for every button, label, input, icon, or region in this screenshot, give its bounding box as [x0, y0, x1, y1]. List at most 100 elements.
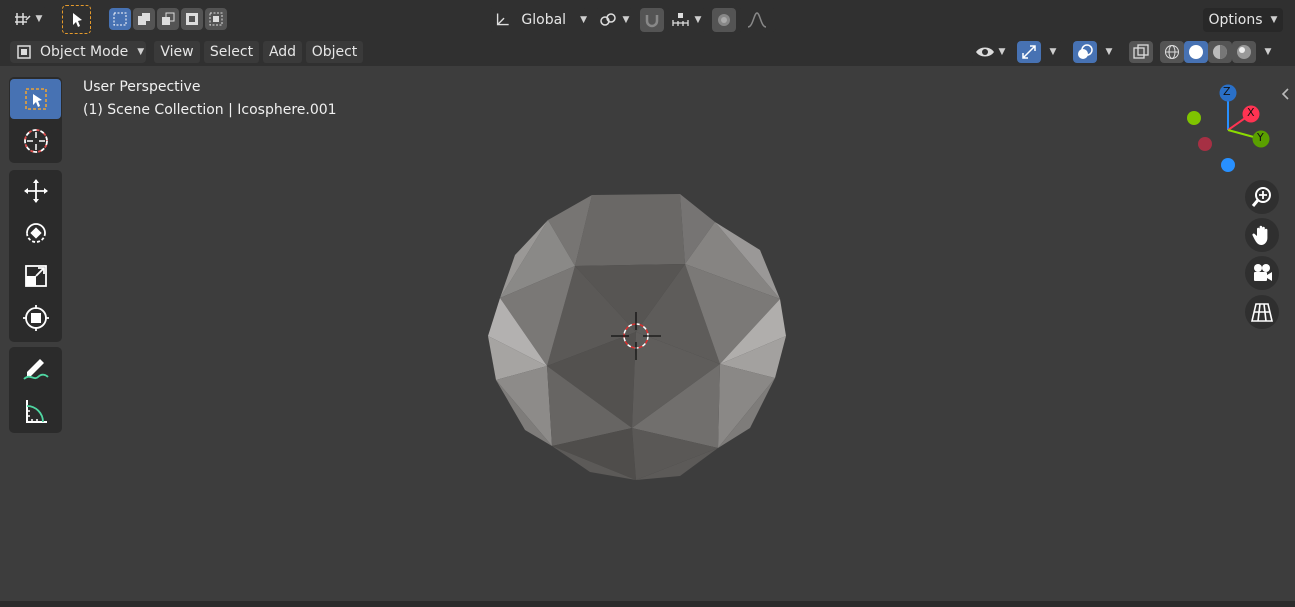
options-dropdown[interactable]: Options ▼ — [1203, 8, 1283, 32]
select-box-tool[interactable] — [10, 79, 61, 119]
camera-icon — [1254, 264, 1272, 281]
chevron-down-icon: ▼ — [622, 15, 630, 25]
eye-icon — [975, 47, 994, 57]
gizmo-toggle[interactable] — [1017, 41, 1041, 63]
transform-orientation-label: Global — [521, 12, 567, 28]
shading-rendered-button[interactable] — [1232, 41, 1256, 63]
transform-tool[interactable] — [10, 298, 61, 338]
scale-icon — [24, 265, 47, 287]
proportional-edit-icon — [718, 14, 730, 26]
move-arrows-icon — [23, 179, 48, 203]
ortho-toggle-button[interactable] — [1245, 295, 1279, 329]
chevron-down-icon: ▼ — [137, 47, 145, 57]
gizmo-neg-z-dot — [1221, 158, 1235, 172]
select-invert-icon — [186, 13, 198, 25]
object-menu[interactable]: Object — [306, 41, 363, 63]
chevron-down-icon: ▼ — [35, 14, 43, 24]
shading-wireframe-button[interactable] — [1160, 41, 1184, 63]
gizmo-z-label: Z — [1223, 85, 1231, 98]
chevron-down-icon: ▼ — [694, 15, 702, 25]
chevron-down-icon: ▼ — [580, 15, 587, 25]
add-menu[interactable]: Add — [263, 41, 302, 63]
overlays-dropdown[interactable]: ▼ — [1099, 41, 1119, 63]
zoom-magnifier-icon — [1251, 187, 1271, 207]
editor-type-icon — [14, 13, 31, 25]
cursor-tool[interactable] — [10, 121, 61, 161]
measure-tool[interactable] — [10, 391, 61, 431]
select-new-icon — [113, 12, 127, 26]
scene-collection-label: (1) Scene Collection | Icosphere.001 — [83, 102, 337, 118]
gizmo-neg-y-dot — [1187, 111, 1201, 125]
gizmo-y-label: Y — [1257, 131, 1264, 144]
chevron-down-icon: ▼ — [1105, 47, 1113, 57]
select-mode-invert-button[interactable] — [181, 8, 203, 30]
chevron-down-icon: ▼ — [1049, 47, 1057, 57]
shading-dropdown[interactable]: ▼ — [1258, 41, 1278, 63]
select-mode-intersect-button[interactable] — [205, 8, 227, 30]
gizmo-x-label: X — [1247, 106, 1255, 119]
falloff-curve-icon — [747, 12, 767, 28]
object-mode-icon — [17, 45, 31, 59]
options-label: Options — [1208, 12, 1263, 28]
gizmo-neg-x-dot — [1198, 137, 1212, 151]
grid-perspective-icon — [1251, 303, 1273, 322]
gizmo-arrows-icon — [1022, 45, 1036, 59]
rendered-sphere-icon — [1237, 45, 1251, 59]
select-mode-new-button[interactable] — [109, 8, 131, 30]
snap-increment-icon — [671, 13, 689, 26]
proportional-falloff-dropdown[interactable] — [738, 8, 776, 32]
xray-toggle[interactable] — [1129, 41, 1153, 63]
annotate-tool[interactable] — [10, 348, 61, 388]
shading-material-button[interactable] — [1208, 41, 1232, 63]
visibility-dropdown[interactable]: ▼ — [970, 41, 1010, 63]
material-sphere-icon — [1213, 45, 1227, 59]
object-mode-label: Object Mode — [40, 44, 129, 60]
object-mode-dropdown[interactable]: Object Mode ▼ — [10, 41, 146, 63]
select-menu[interactable]: Select — [204, 41, 259, 63]
3d-cursor-icon — [23, 129, 48, 153]
pivot-link-icon — [599, 13, 616, 26]
camera-view-button[interactable] — [1245, 256, 1279, 290]
proportional-edit-toggle[interactable] — [712, 8, 736, 32]
view-perspective-label: User Perspective — [83, 79, 201, 95]
select-tool-button[interactable] — [62, 5, 91, 34]
solid-sphere-icon — [1189, 45, 1203, 59]
move-tool[interactable] — [10, 171, 61, 211]
bottom-border — [0, 601, 1295, 607]
zoom-button[interactable] — [1245, 180, 1279, 214]
snap-toggle[interactable] — [640, 8, 664, 32]
transform-icon — [22, 305, 49, 331]
select-intersect-icon — [209, 12, 223, 26]
xray-icon — [1133, 44, 1149, 59]
select-mode-subtract-button[interactable] — [157, 8, 179, 30]
shading-solid-button[interactable] — [1184, 41, 1208, 63]
gizmo-dropdown[interactable]: ▼ — [1043, 41, 1063, 63]
select-extend-icon — [138, 13, 150, 25]
3d-cursor-marker — [611, 312, 661, 360]
pan-button[interactable] — [1245, 218, 1279, 252]
chevron-down-icon: ▼ — [1264, 47, 1272, 57]
overlays-toggle[interactable] — [1073, 41, 1097, 63]
select-box-icon — [24, 88, 47, 110]
transform-orientation-dropdown[interactable]: Global ▼ — [489, 8, 587, 32]
chevron-down-icon: ▼ — [998, 47, 1006, 57]
orientation-axes-icon — [496, 13, 509, 26]
view-menu[interactable]: View — [154, 41, 200, 63]
top-header: ▼ Global ▼ ▼ ▼ Options ▼ — [0, 0, 1295, 39]
rotate-tool[interactable] — [10, 213, 61, 253]
editor-type-button[interactable]: ▼ — [9, 7, 47, 31]
snap-target-dropdown[interactable]: ▼ — [666, 8, 706, 32]
pivot-point-dropdown[interactable]: ▼ — [595, 8, 633, 32]
overlays-icon — [1078, 44, 1093, 59]
sidebar-toggle-icon[interactable] — [1281, 88, 1291, 100]
annotate-pencil-icon — [22, 359, 49, 380]
chevron-down-icon: ▼ — [1270, 15, 1278, 25]
select-mode-extend-button[interactable] — [133, 8, 155, 30]
wireframe-sphere-icon — [1165, 45, 1179, 59]
measure-ruler-icon — [25, 400, 47, 423]
hand-icon — [1252, 225, 1268, 245]
cursor-arrow-icon — [72, 12, 82, 27]
rotate-icon — [25, 223, 46, 243]
select-subtract-icon — [162, 12, 175, 25]
scale-tool[interactable] — [10, 256, 61, 296]
